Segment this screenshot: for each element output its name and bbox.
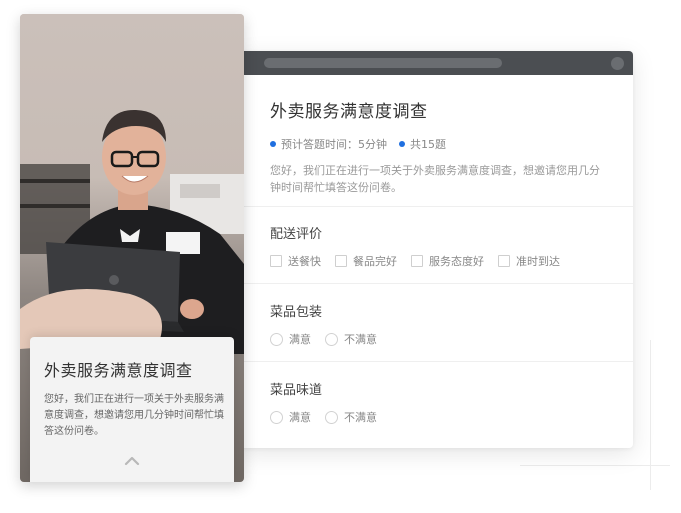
checkbox[interactable] <box>498 255 510 267</box>
bullet-dot-icon <box>270 141 276 147</box>
mobile-survey-card[interactable]: 外卖服务满意度调查 您好，我们正在进行一项关于外卖服务满意度调查，想邀请您用几分… <box>30 337 234 482</box>
survey-description: 您好，我们正在进行一项关于外卖服务满意度调查，想邀请您用几分钟时间帮忙填答这份问… <box>270 164 600 194</box>
option-label: 满意 <box>289 411 311 424</box>
survey-title: 外卖服务满意度调查 <box>270 102 428 122</box>
option-food-intact[interactable]: 餐品完好 <box>335 253 397 269</box>
window-control-dot[interactable] <box>611 57 624 70</box>
survey-meta: 预计答题时间：5分钟 共15题 <box>270 136 610 152</box>
mobile-survey-description: 您好，我们正在进行一项关于外卖服务满意度调查，想邀请您用几分钟时间帮忙填答这份问… <box>44 394 224 437</box>
question-taste: 菜品味道 满意 不满意 <box>270 379 391 425</box>
option-satisfied[interactable]: 满意 <box>270 331 311 347</box>
survey-header: 外卖服务满意度调查 预计答题时间：5分钟 共15题 您好，我们正在进行一项关于外… <box>270 97 610 196</box>
option-on-time[interactable]: 准时到达 <box>498 253 560 269</box>
survey-window: 外卖服务满意度调查 预计答题时间：5分钟 共15题 您好，我们正在进行一项关于外… <box>238 51 633 448</box>
option-unsatisfied[interactable]: 不满意 <box>325 331 377 347</box>
checkbox[interactable] <box>411 255 423 267</box>
checkbox[interactable] <box>270 255 282 267</box>
mobile-survey-title: 外卖服务满意度调查 <box>44 361 193 380</box>
chevron-up-icon[interactable] <box>124 455 140 467</box>
option-label: 餐品完好 <box>353 255 397 268</box>
option-fast-delivery[interactable]: 送餐快 <box>270 253 321 269</box>
radio-group: 满意 不满意 <box>270 409 391 425</box>
survey-count: 共15题 <box>410 138 446 151</box>
question-title: 菜品包装 <box>270 305 323 320</box>
radio-button[interactable] <box>270 410 283 424</box>
address-bar[interactable] <box>264 58 502 68</box>
question-packaging: 菜品包装 满意 不满意 <box>270 301 391 347</box>
option-label: 送餐快 <box>288 255 321 268</box>
radio-button[interactable] <box>325 410 338 424</box>
survey-time: 预计答题时间：5分钟 <box>281 138 387 151</box>
divider <box>238 206 633 207</box>
window-titlebar <box>238 51 633 75</box>
divider <box>238 361 633 362</box>
option-label: 服务态度好 <box>429 255 484 268</box>
bullet-dot-icon <box>399 141 405 147</box>
checkbox[interactable] <box>335 255 347 267</box>
option-label: 准时到达 <box>516 255 560 268</box>
guide-line-horizontal <box>520 465 670 466</box>
question-title: 配送评价 <box>270 227 323 242</box>
option-label: 不满意 <box>344 411 377 424</box>
question-title: 菜品味道 <box>270 383 323 398</box>
option-unsatisfied[interactable]: 不满意 <box>325 409 377 425</box>
option-satisfied[interactable]: 满意 <box>270 409 311 425</box>
radio-button[interactable] <box>270 332 283 346</box>
radio-button[interactable] <box>325 332 338 346</box>
question-delivery: 配送评价 送餐快 餐品完好 服务态度好 准时到达 <box>270 223 574 269</box>
guide-line-vertical <box>650 340 651 490</box>
divider <box>238 283 633 284</box>
radio-group: 满意 不满意 <box>270 331 391 347</box>
checkbox-group: 送餐快 餐品完好 服务态度好 准时到达 <box>270 253 574 269</box>
option-label: 满意 <box>289 333 311 346</box>
mobile-preview: 外卖服务满意度调查 您好，我们正在进行一项关于外卖服务满意度调查，想邀请您用几分… <box>20 14 244 482</box>
option-good-service[interactable]: 服务态度好 <box>411 253 484 269</box>
option-label: 不满意 <box>344 333 377 346</box>
